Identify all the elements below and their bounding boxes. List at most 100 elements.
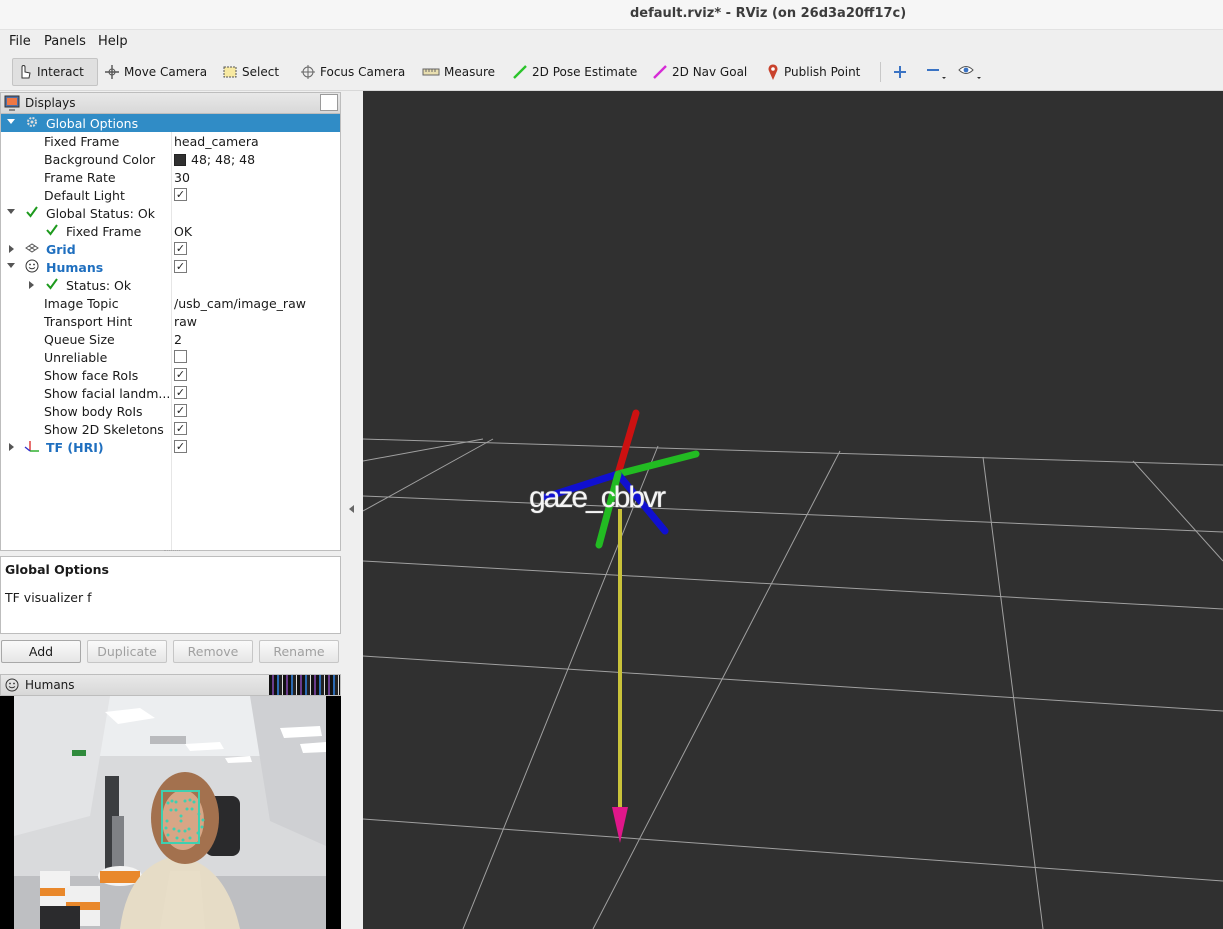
humans-checkbox[interactable]: ✓ bbox=[174, 260, 187, 273]
tree-row-show-face-rois[interactable]: Show face RoIs ✓ bbox=[1, 366, 340, 384]
image-topic-value[interactable]: /usb_cam/image_raw bbox=[174, 296, 306, 311]
green-arrow-icon bbox=[513, 65, 527, 79]
collapse-arrow-icon[interactable] bbox=[349, 505, 354, 513]
camera-image-view[interactable] bbox=[0, 696, 341, 929]
remove-tool-button[interactable] bbox=[920, 58, 956, 86]
tree-row-default-light[interactable]: Default Light ✓ bbox=[1, 186, 340, 204]
show-2d-skeletons-label: Show 2D Skeletons bbox=[44, 422, 164, 437]
tree-row-global-status[interactable]: Global Status: Ok bbox=[1, 204, 340, 222]
queue-size-label: Queue Size bbox=[44, 332, 115, 347]
transport-hint-value[interactable]: raw bbox=[174, 314, 197, 329]
status-fixed-frame-value: OK bbox=[174, 224, 193, 239]
tree-row-fixed-frame[interactable]: Fixed Frame head_camera bbox=[1, 132, 340, 150]
pose-estimate-tool[interactable]: 2D Pose Estimate bbox=[508, 58, 641, 86]
focus-camera-icon bbox=[301, 65, 315, 79]
description-text: TF visualizer f bbox=[5, 590, 92, 605]
show-face-rois-checkbox[interactable]: ✓ bbox=[174, 368, 187, 381]
publish-point-tool[interactable]: Publish Point bbox=[762, 58, 864, 86]
float-panel-button[interactable] bbox=[320, 94, 338, 111]
color-swatch[interactable] bbox=[174, 154, 186, 166]
tree-row-queue-size[interactable]: Queue Size 2 bbox=[1, 330, 340, 348]
transport-hint-label: Transport Hint bbox=[44, 314, 133, 329]
minus-icon bbox=[927, 69, 946, 79]
move-camera-tool[interactable]: Move Camera bbox=[100, 58, 211, 86]
add-tool-button[interactable] bbox=[888, 58, 916, 86]
toolbar: Interact Move Camera Select Focus Camera… bbox=[0, 53, 1223, 91]
show-facial-landmarks-label: Show facial landm... bbox=[44, 386, 171, 401]
tf-hri-label: TF (HRI) bbox=[46, 440, 104, 455]
queue-size-value[interactable]: 2 bbox=[174, 332, 182, 347]
unreliable-label: Unreliable bbox=[44, 350, 108, 365]
measure-label: Measure bbox=[444, 65, 495, 79]
tree-row-show-body-rois[interactable]: Show body RoIs ✓ bbox=[1, 402, 340, 420]
grid-lines bbox=[363, 438, 1223, 929]
camera-image bbox=[14, 696, 326, 929]
humans-status-label: Status: Ok bbox=[66, 278, 132, 293]
tree-row-status-fixed-frame[interactable]: Fixed Frame OK bbox=[1, 222, 340, 240]
background-color-label: Background Color bbox=[44, 152, 156, 167]
menu-bar: File Panels Help bbox=[0, 30, 1223, 53]
tree-row-humans-status[interactable]: Status: Ok bbox=[1, 276, 340, 294]
interact-tool[interactable]: Interact bbox=[12, 58, 98, 86]
image-noise-strip bbox=[269, 675, 340, 695]
grid-checkbox[interactable]: ✓ bbox=[174, 242, 187, 255]
focus-camera-label: Focus Camera bbox=[320, 65, 406, 79]
displays-title: Displays bbox=[25, 96, 76, 110]
tree-row-image-topic[interactable]: Image Topic /usb_cam/image_raw bbox=[1, 294, 340, 312]
panel-collapse-strip[interactable] bbox=[341, 91, 363, 929]
tf-axes-icon bbox=[24, 441, 39, 452]
map-pin-icon bbox=[768, 64, 778, 80]
tree-row-global-options[interactable]: Global Options bbox=[1, 114, 340, 132]
show-body-rois-label: Show body RoIs bbox=[44, 404, 143, 419]
rename-button[interactable]: Rename bbox=[259, 640, 339, 663]
gear-icon bbox=[27, 117, 37, 127]
show-face-rois-label: Show face RoIs bbox=[44, 368, 139, 383]
displays-panel-header: Displays bbox=[0, 92, 341, 114]
default-light-checkbox[interactable]: ✓ bbox=[174, 188, 187, 201]
tree-row-unreliable[interactable]: Unreliable bbox=[1, 348, 340, 366]
tf-hri-checkbox[interactable]: ✓ bbox=[174, 440, 187, 453]
tree-row-grid[interactable]: Grid ✓ bbox=[1, 240, 340, 258]
tree-row-show-2d-skeletons[interactable]: Show 2D Skeletons ✓ bbox=[1, 420, 340, 438]
duplicate-button[interactable]: Duplicate bbox=[87, 640, 167, 663]
tree-row-tf-hri[interactable]: TF (HRI) ✓ bbox=[1, 438, 340, 456]
3d-scene bbox=[363, 409, 1223, 929]
tree-row-transport-hint[interactable]: Transport Hint raw bbox=[1, 312, 340, 330]
remove-button[interactable]: Remove bbox=[173, 640, 253, 663]
pose-estimate-label: 2D Pose Estimate bbox=[532, 65, 638, 79]
select-tool[interactable]: Select bbox=[218, 58, 283, 86]
menu-file[interactable]: File bbox=[9, 34, 31, 49]
fixed-frame-value[interactable]: head_camera bbox=[174, 134, 259, 149]
unreliable-checkbox[interactable] bbox=[174, 350, 187, 363]
grid-icon bbox=[25, 243, 39, 253]
toolbar-separator bbox=[880, 62, 881, 82]
status-fixed-frame-label: Fixed Frame bbox=[66, 224, 142, 239]
smiley-icon bbox=[5, 678, 19, 692]
nav-goal-tool[interactable]: 2D Nav Goal bbox=[648, 58, 751, 86]
humans-panel-title: Humans bbox=[25, 678, 75, 692]
checkmark-icon bbox=[46, 224, 58, 236]
3d-render-view[interactable]: gaze_cbbvr bbox=[363, 91, 1223, 929]
smiley-icon bbox=[25, 259, 39, 273]
background-color-field[interactable]: 48; 48; 48 bbox=[174, 152, 255, 167]
show-2d-skeletons-checkbox[interactable]: ✓ bbox=[174, 422, 187, 435]
tree-row-frame-rate[interactable]: Frame Rate 30 bbox=[1, 168, 340, 186]
displays-monitor-icon bbox=[4, 95, 20, 111]
menu-help[interactable]: Help bbox=[98, 34, 128, 49]
focus-camera-tool[interactable]: Focus Camera bbox=[296, 58, 409, 86]
menu-panels[interactable]: Panels bbox=[44, 34, 86, 49]
displays-tree: Global Options Fixed Frame head_camera B… bbox=[0, 114, 341, 551]
tree-splitter-handle[interactable] bbox=[164, 550, 180, 554]
tree-row-humans[interactable]: Humans ✓ bbox=[1, 258, 340, 276]
image-topic-label: Image Topic bbox=[44, 296, 119, 311]
measure-tool[interactable]: Measure bbox=[418, 58, 499, 86]
frame-rate-value[interactable]: 30 bbox=[174, 170, 190, 185]
tree-row-background-color[interactable]: Background Color 48; 48; 48 bbox=[1, 150, 340, 168]
fixed-frame-label: Fixed Frame bbox=[44, 134, 120, 149]
tree-row-show-facial-landmarks[interactable]: Show facial landm... ✓ bbox=[1, 384, 340, 402]
add-button[interactable]: Add bbox=[1, 640, 81, 663]
view-options-button[interactable] bbox=[954, 58, 992, 86]
hand-pointer-icon bbox=[21, 64, 31, 79]
show-facial-landmarks-checkbox[interactable]: ✓ bbox=[174, 386, 187, 399]
show-body-rois-checkbox[interactable]: ✓ bbox=[174, 404, 187, 417]
